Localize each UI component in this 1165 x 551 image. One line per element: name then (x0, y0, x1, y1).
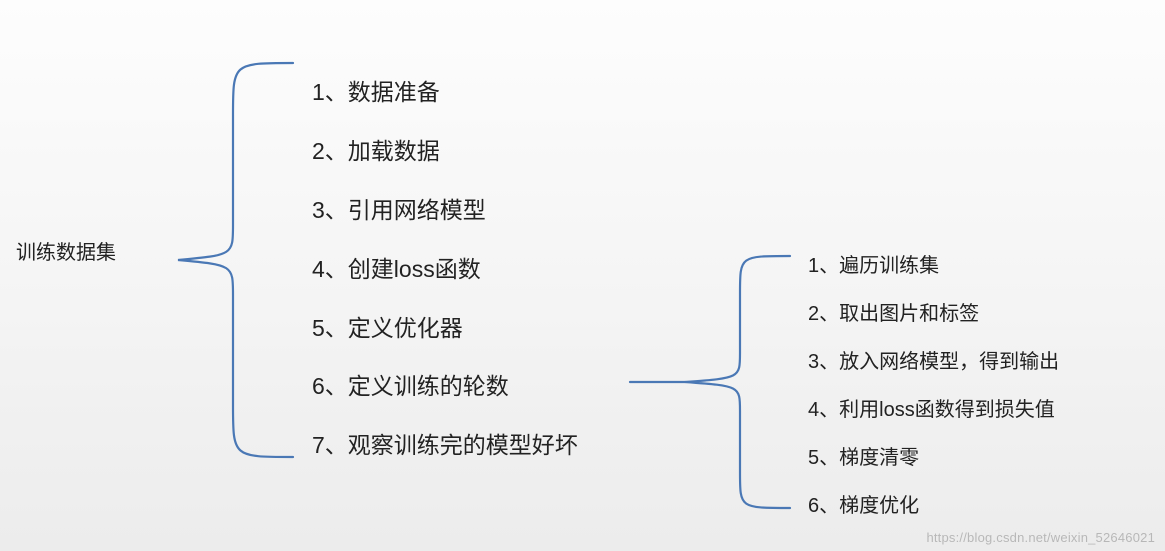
list-item: 2、加载数据 (312, 137, 578, 167)
list-item: 3、放入网络模型，得到输出 (808, 349, 1059, 375)
list-item: 3、引用网络模型 (312, 196, 578, 226)
list-item: 4、创建loss函数 (312, 255, 578, 285)
list-item: 1、数据准备 (312, 78, 578, 108)
list-item: 1、遍历训练集 (808, 253, 1059, 279)
list-item: 5、梯度清零 (808, 445, 1059, 471)
root-node-label: 训练数据集 (16, 236, 116, 265)
brace-icon (620, 248, 800, 516)
loop-list: 1、遍历训练集 2、取出图片和标签 3、放入网络模型，得到输出 4、利用loss… (808, 253, 1059, 541)
brace-icon (138, 55, 298, 465)
watermark-text: https://blog.csdn.net/weixin_52646021 (926, 530, 1155, 545)
list-item: 6、定义训练的轮数 (312, 372, 578, 402)
list-item: 2、取出图片和标签 (808, 301, 1059, 327)
list-item: 4、利用loss函数得到损失值 (808, 397, 1059, 423)
steps-list: 1、数据准备 2、加载数据 3、引用网络模型 4、创建loss函数 5、定义优化… (312, 78, 578, 490)
list-item: 5、定义优化器 (312, 314, 578, 344)
list-item: 7、观察训练完的模型好坏 (312, 431, 578, 461)
list-item: 6、梯度优化 (808, 493, 1059, 519)
